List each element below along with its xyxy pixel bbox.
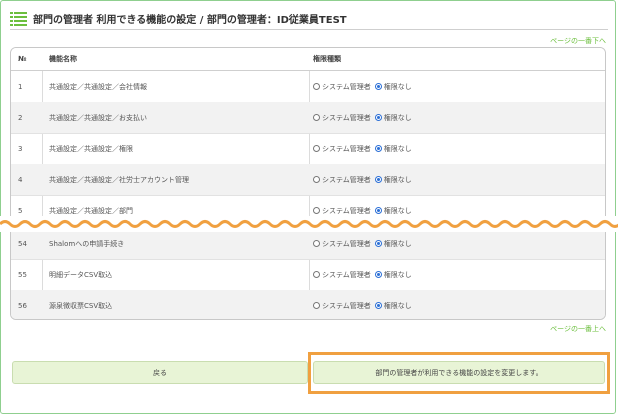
row-no: 54 xyxy=(18,239,27,248)
table-row: 5 共通設定／共通設定／部門 システム管理者 権限なし xyxy=(11,195,605,227)
row-function-name: 共通設定／共通設定／会社情報 xyxy=(49,82,147,91)
back-button[interactable]: 戻る xyxy=(12,361,308,384)
radio-none-label[interactable]: 権限なし xyxy=(384,175,412,185)
row-no: 56 xyxy=(18,301,27,310)
radio-admin[interactable] xyxy=(313,302,320,309)
role-radio-group: システム管理者 権限なし xyxy=(313,290,415,319)
row-function-name: 明細データCSV取込 xyxy=(49,270,113,279)
row-function-name: Shalomへの申請手続き xyxy=(49,239,125,248)
row-function-name: 共通設定／共通設定／社労士アカウント管理 xyxy=(49,175,189,184)
row-no: 3 xyxy=(18,144,23,153)
save-settings-button[interactable]: 部門の管理者が利用できる機能の設定を変更します。 xyxy=(313,361,605,384)
radio-none[interactable] xyxy=(374,240,382,247)
radio-admin-label[interactable]: システム管理者 xyxy=(322,113,371,123)
role-radio-group: システム管理者 権限なし xyxy=(313,133,415,164)
radio-none[interactable] xyxy=(374,176,382,183)
radio-admin[interactable] xyxy=(313,145,320,152)
row-no: 5 xyxy=(18,206,23,215)
radio-admin[interactable] xyxy=(313,114,320,121)
radio-admin-label[interactable]: システム管理者 xyxy=(322,82,371,92)
row-no: 4 xyxy=(18,175,23,184)
role-radio-group: システム管理者 権限なし xyxy=(313,71,415,102)
radio-none[interactable] xyxy=(374,83,382,90)
radio-none[interactable] xyxy=(374,271,382,278)
radio-admin[interactable] xyxy=(313,271,320,278)
row-no: 1 xyxy=(18,82,23,91)
radio-admin-label[interactable]: システム管理者 xyxy=(322,175,371,185)
table-row: 56 源泉徴収票CSV取込 システム管理者 権限なし xyxy=(11,290,605,319)
table-row: 3 共通設定／共通設定／権限 システム管理者 権限なし xyxy=(11,133,605,165)
table-header: № 機能名称 権限種類 xyxy=(11,48,605,71)
header-role: 権限種類 xyxy=(313,55,341,63)
table-row: 1 共通設定／共通設定／会社情報 システム管理者 権限なし xyxy=(11,71,605,103)
header-no: № xyxy=(18,55,27,63)
page-title: 部門の管理者 利用できる機能の設定 / 部門の管理者：ID従業員TEST xyxy=(33,14,347,26)
role-radio-group: システム管理者 権限なし xyxy=(313,195,415,226)
row-function-name: 源泉徴収票CSV取込 xyxy=(49,301,113,310)
radio-admin[interactable] xyxy=(313,83,320,90)
role-radio-group: システム管理者 権限なし xyxy=(313,102,415,133)
row-no: 55 xyxy=(18,270,27,279)
table-row: 2 共通設定／共通設定／お支払い システム管理者 権限なし xyxy=(11,102,605,134)
radio-admin[interactable] xyxy=(313,240,320,247)
row-function-name: 共通設定／共通設定／お支払い xyxy=(49,113,147,122)
radio-none[interactable] xyxy=(374,145,382,152)
link-to-bottom[interactable]: ページの一番下へ xyxy=(550,36,606,46)
row-no: 2 xyxy=(18,113,23,122)
radio-none-label[interactable]: 権限なし xyxy=(384,301,412,311)
table-row: 55 明細データCSV取込 システム管理者 権限なし xyxy=(11,259,605,291)
row-function-name: 共通設定／共通設定／部門 xyxy=(49,206,133,215)
page-header: 部門の管理者 利用できる機能の設定 / 部門の管理者：ID従業員TEST xyxy=(10,8,347,28)
role-radio-group: システム管理者 権限なし xyxy=(313,228,415,259)
radio-admin-label[interactable]: システム管理者 xyxy=(322,301,371,311)
header-name: 機能名称 xyxy=(49,55,77,63)
radio-admin-label[interactable]: システム管理者 xyxy=(322,144,371,154)
row-function-name: 共通設定／共通設定／権限 xyxy=(49,144,133,153)
radio-admin-label[interactable]: システム管理者 xyxy=(322,206,371,216)
radio-none-label[interactable]: 権限なし xyxy=(384,82,412,92)
radio-none-label[interactable]: 権限なし xyxy=(384,206,412,216)
radio-none-label[interactable]: 権限なし xyxy=(384,239,412,249)
radio-admin[interactable] xyxy=(313,207,320,214)
table-row: 4 共通設定／共通設定／社労士アカウント管理 システム管理者 権限なし xyxy=(11,164,605,196)
radio-none[interactable] xyxy=(374,114,382,121)
radio-none[interactable] xyxy=(374,207,382,214)
list-icon xyxy=(10,11,27,26)
radio-admin-label[interactable]: システム管理者 xyxy=(322,239,371,249)
radio-admin[interactable] xyxy=(313,176,320,183)
link-to-top[interactable]: ページの一番上へ xyxy=(550,324,606,334)
radio-none-label[interactable]: 権限なし xyxy=(384,113,412,123)
radio-none-label[interactable]: 権限なし xyxy=(384,144,412,154)
role-radio-group: システム管理者 権限なし xyxy=(313,259,415,290)
radio-none-label[interactable]: 権限なし xyxy=(384,270,412,280)
title-divider xyxy=(10,29,608,30)
role-radio-group: システム管理者 権限なし xyxy=(313,164,415,195)
radio-admin-label[interactable]: システム管理者 xyxy=(322,270,371,280)
table-row: 54 Shalomへの申請手続き システム管理者 権限なし xyxy=(11,228,605,260)
radio-none[interactable] xyxy=(374,302,382,309)
permission-table: № 機能名称 権限種類 1 共通設定／共通設定／会社情報 システム管理者 権限なし 2 共… xyxy=(10,47,606,320)
